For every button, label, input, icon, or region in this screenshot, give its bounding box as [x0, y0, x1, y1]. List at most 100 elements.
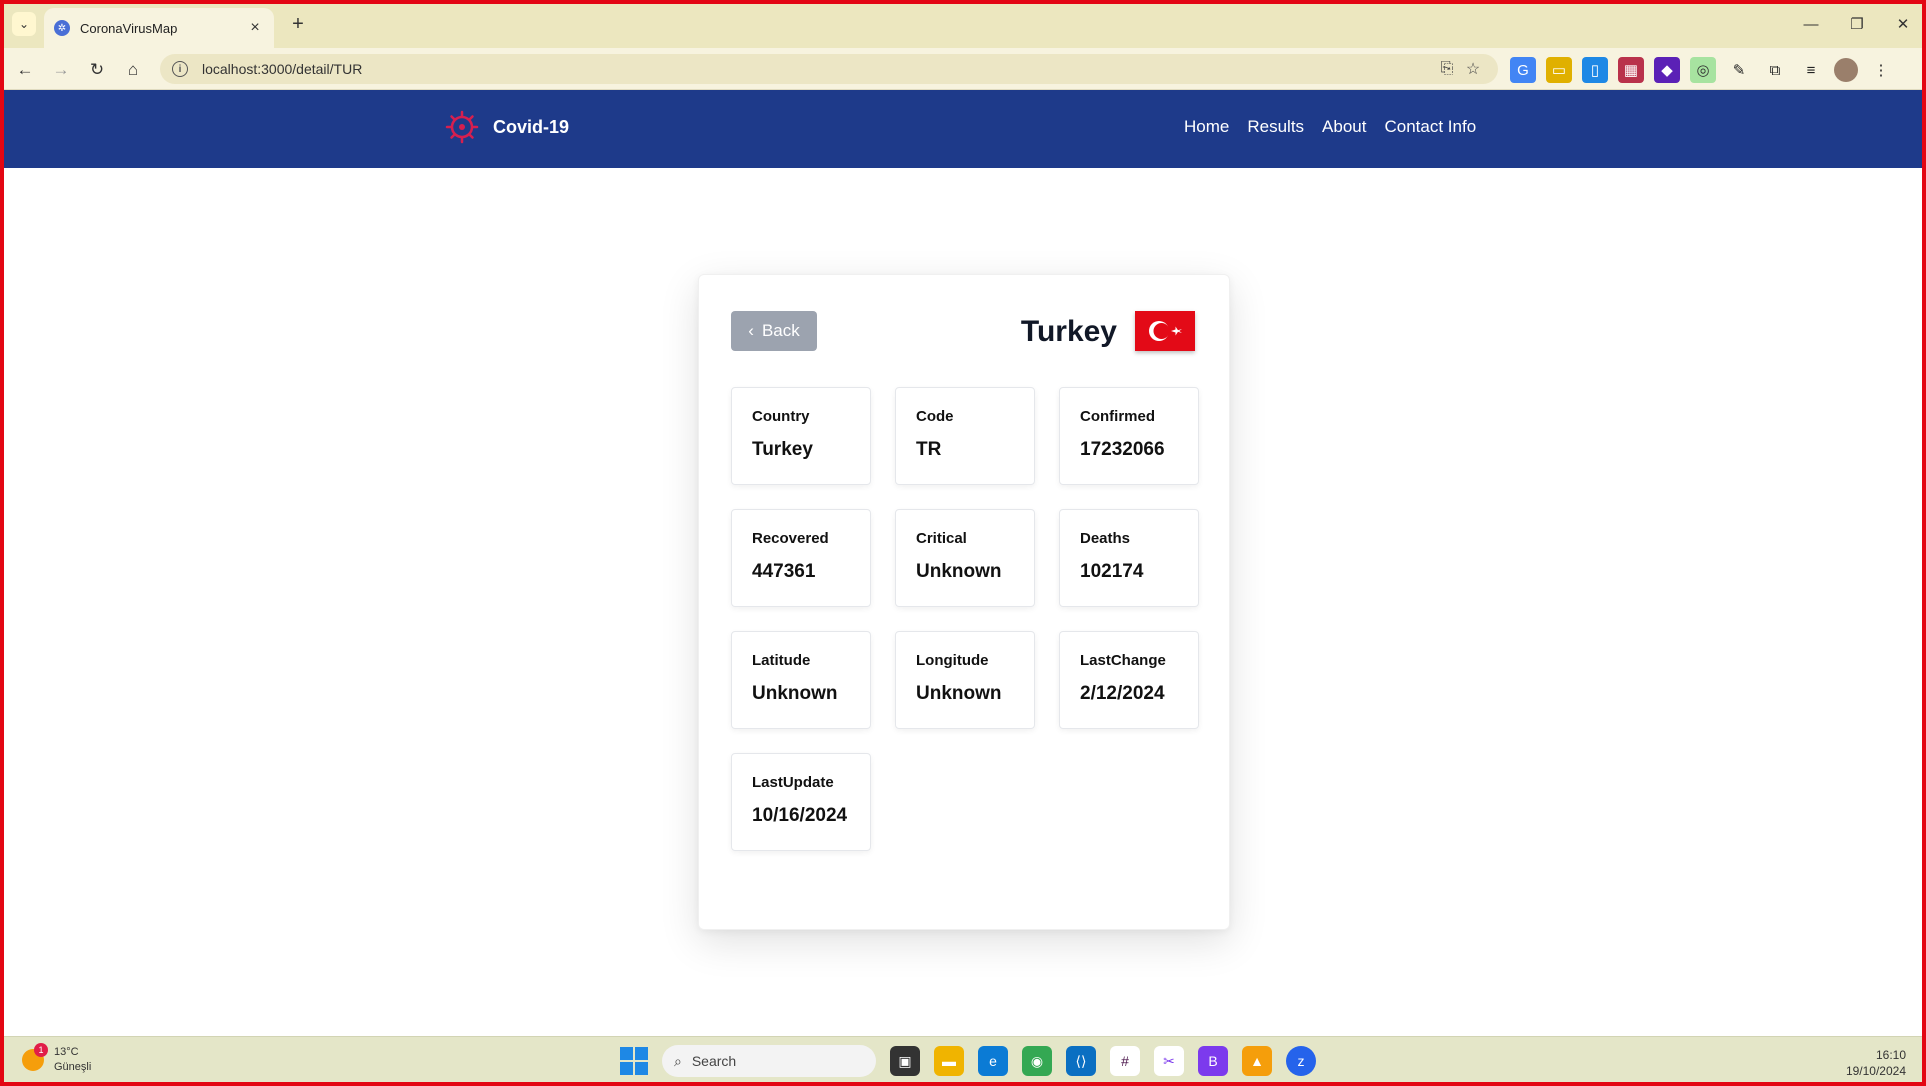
stat-value: Unknown [916, 561, 1002, 582]
media-queue-icon[interactable]: ≡ [1798, 57, 1824, 83]
close-window-icon[interactable]: ✕ [1880, 0, 1926, 48]
weather-text: 13°C Güneşli [54, 1045, 91, 1075]
profile-avatar[interactable] [1834, 58, 1858, 82]
browser-tabstrip: ⌄ ✲ CoronaVirusMap × + — ❐ ✕ [0, 0, 1926, 48]
back-arrow-icon[interactable]: ← [12, 57, 38, 83]
virus-logo-icon [445, 110, 479, 144]
nav-links: Home Results About Contact Info [1184, 117, 1476, 137]
taskbar-search-label: Search [691, 1053, 737, 1069]
stat-label: Critical [916, 530, 967, 547]
stat-value: 102174 [1080, 561, 1144, 582]
stat-label: Latitude [752, 652, 811, 669]
stat-value: Unknown [752, 683, 838, 704]
nav-about[interactable]: About [1322, 117, 1366, 137]
bootstrap-icon[interactable]: B [1198, 1046, 1228, 1076]
nav-contact-info[interactable]: Contact Info [1384, 117, 1476, 137]
taskbar-search[interactable]: ⌕ Search [662, 1045, 876, 1077]
stat-latitude: Latitude Unknown [731, 631, 871, 729]
stat-label: LastChange [1080, 652, 1166, 669]
extensions-bar: G ▭ ▯ ▦ ◆ ◎ ✎ ⧉ ≡ ⋮ [1510, 57, 1894, 83]
slack-icon[interactable]: # [1110, 1046, 1140, 1076]
nav-home[interactable]: Home [1184, 117, 1229, 137]
windows-taskbar: 1 13°C Güneşli ⌕ Search ▣ ▬ e ◉ ⟨⟩ # ✂ B… [0, 1036, 1926, 1086]
snipping-tool-icon[interactable]: ✂ [1154, 1046, 1184, 1076]
browser-toolbar: ← → ↻ ⌂ i localhost:3000/detail/TUR ⎘ ☆ … [0, 48, 1926, 90]
stat-label: Code [916, 408, 954, 425]
chrome-icon[interactable]: ◉ [1022, 1046, 1052, 1076]
eyedropper-extension-icon[interactable]: ✎ [1726, 57, 1752, 83]
notification-badge: 1 [34, 1043, 48, 1057]
window-controls: — ❐ ✕ [1788, 0, 1926, 48]
stat-label: Longitude [916, 652, 989, 669]
translate-extension-icon[interactable]: G [1510, 57, 1536, 83]
app-navbar: Covid-19 Home Results About Contact Info [4, 90, 1922, 168]
stat-value: Unknown [916, 683, 1002, 704]
country-title: Turkey [1020, 315, 1117, 348]
puzzle-extensions-icon[interactable]: ⧉ [1762, 57, 1788, 83]
address-bar[interactable]: i localhost:3000/detail/TUR ⎘ ☆ [160, 54, 1498, 84]
graduation-extension-icon[interactable]: ◆ [1654, 57, 1680, 83]
vscode-icon[interactable]: ⟨⟩ [1066, 1046, 1096, 1076]
stats-grid: Country Turkey Code TR Confirmed 1723206… [731, 387, 1199, 851]
install-app-icon[interactable]: ⎘ [1434, 60, 1460, 78]
stat-code: Code TR [895, 387, 1035, 485]
forward-arrow-icon[interactable]: → [48, 57, 74, 83]
calendar-extension-icon[interactable]: ▦ [1618, 57, 1644, 83]
stat-value: 2/12/2024 [1080, 683, 1165, 704]
brand-name: Covid-19 [493, 116, 570, 137]
stat-lastupdate: LastUpdate 10/16/2024 [731, 753, 871, 851]
zoom-icon[interactable]: z [1286, 1046, 1316, 1076]
document-extension-icon[interactable]: ▯ [1582, 57, 1608, 83]
stat-country: Country Turkey [731, 387, 871, 485]
country-detail-card: ‹ Back Turkey Country Turkey Code TR Con… [698, 274, 1230, 930]
stat-value: Turkey [752, 439, 813, 460]
stat-label: Deaths [1080, 530, 1131, 547]
weather-temp: 13°C [54, 1046, 79, 1058]
turkey-flag-icon [1135, 311, 1195, 351]
stat-value: TR [916, 439, 942, 460]
virus-favicon-icon: ✲ [54, 20, 70, 36]
nav-results[interactable]: Results [1247, 117, 1304, 137]
stat-label: Country [752, 408, 810, 425]
color-extension-icon[interactable]: ◎ [1690, 57, 1716, 83]
firebase-icon[interactable]: ▲ [1242, 1046, 1272, 1076]
stat-deaths: Deaths 102174 [1059, 509, 1199, 607]
file-explorer-icon[interactable]: ▬ [934, 1046, 964, 1076]
stat-value: 17232066 [1080, 439, 1165, 460]
search-icon: ⌕ [674, 1052, 682, 1069]
clock-date: 19/10/2024 [1845, 1064, 1906, 1078]
minimize-icon[interactable]: — [1788, 0, 1834, 48]
browser-tab[interactable]: ✲ CoronaVirusMap × [44, 8, 274, 48]
tab-list-icon[interactable]: ⌄ [12, 12, 36, 36]
bookmark-star-icon[interactable]: ☆ [1460, 59, 1486, 79]
weather-widget[interactable]: 1 13°C Güneşli [22, 1043, 91, 1075]
reload-icon[interactable]: ↻ [84, 57, 110, 83]
system-clock[interactable]: 16:10 19/10/2024 [1846, 1047, 1906, 1079]
menu-kebab-icon[interactable]: ⋮ [1868, 57, 1894, 83]
clock-time: 16:10 [1875, 1048, 1906, 1062]
brand[interactable]: Covid-19 [445, 110, 569, 144]
back-button-label: Back [761, 321, 800, 340]
close-tab-icon[interactable]: × [246, 19, 264, 37]
stat-value: 10/16/2024 [752, 805, 848, 826]
tab-title: CoronaVirusMap [80, 20, 178, 36]
stat-label: Confirmed [1080, 408, 1155, 425]
back-button[interactable]: ‹ Back [731, 311, 817, 351]
windows-start-icon[interactable] [620, 1047, 648, 1075]
task-view-icon[interactable]: ▣ [890, 1046, 920, 1076]
taskbar-apps: ⌕ Search ▣ ▬ e ◉ ⟨⟩ # ✂ B ▲ z [620, 1045, 1316, 1077]
stat-label: Recovered [752, 530, 829, 547]
restore-icon[interactable]: ❐ [1834, 0, 1880, 48]
stat-longitude: Longitude Unknown [895, 631, 1035, 729]
weather-desc: Güneşli [54, 1061, 92, 1073]
edge-browser-icon[interactable]: e [978, 1046, 1008, 1076]
chevron-left-icon: ‹ [748, 321, 754, 340]
new-tab-icon[interactable]: + [286, 12, 310, 36]
stat-lastchange: LastChange 2/12/2024 [1059, 631, 1199, 729]
stat-recovered: Recovered 447361 [731, 509, 871, 607]
home-icon[interactable]: ⌂ [120, 57, 146, 83]
sun-icon: 1 [22, 1043, 48, 1071]
folder-extension-icon[interactable]: ▭ [1546, 57, 1572, 83]
url-text[interactable]: localhost:3000/detail/TUR [202, 61, 1434, 77]
site-info-icon[interactable]: i [172, 61, 188, 77]
